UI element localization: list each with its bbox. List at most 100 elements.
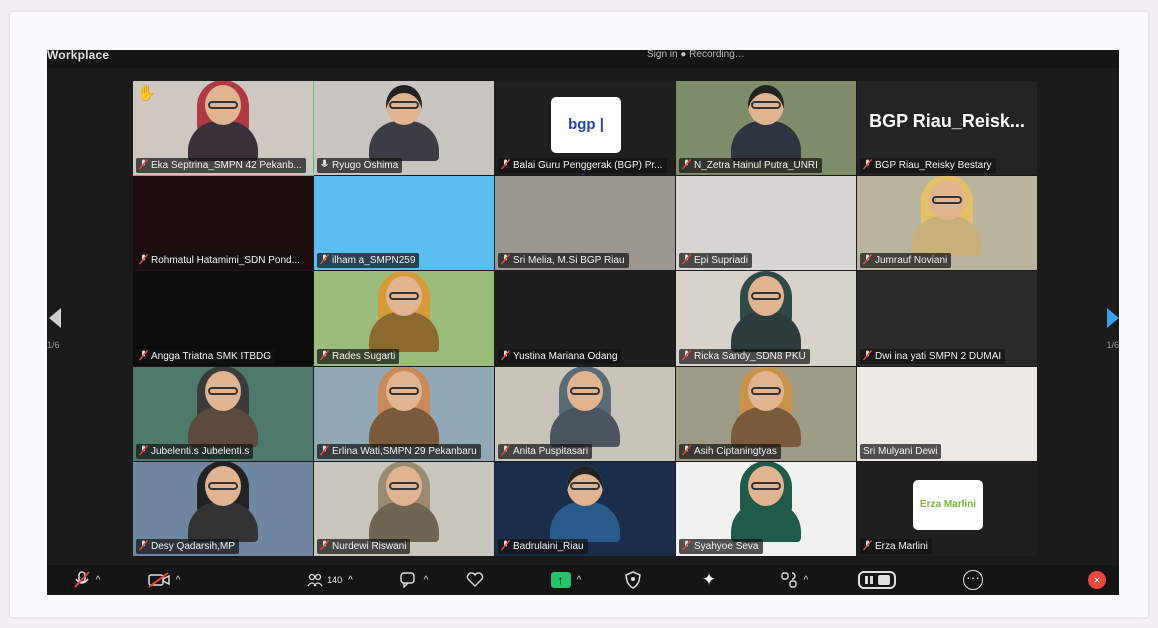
mic-icon — [320, 159, 329, 170]
participant-avatar — [550, 464, 620, 542]
prev-page-arrow[interactable] — [49, 308, 61, 328]
participant-avatar — [188, 81, 258, 162]
participant-avatar — [731, 271, 801, 352]
participant-tile[interactable]: Desy Qadarsih,MP — [133, 461, 314, 557]
participant-name-label: Erlina Wati,SMPN 29 Pekanbaru — [317, 443, 481, 459]
chat-icon — [399, 572, 415, 588]
participant-name: Desy Qadarsih,MP — [151, 540, 235, 552]
mic-muted-icon — [862, 349, 873, 361]
mic-muted-icon — [681, 254, 692, 265]
participant-name: Anita Puspitasari — [513, 445, 589, 457]
chevron-up-icon[interactable]: ^ — [804, 575, 809, 586]
reactions-button[interactable] — [463, 569, 487, 591]
participant-tile[interactable]: Sri Melia, M.Si BGP Riau — [495, 176, 676, 272]
participant-name: Sri Melia, M.Si BGP Riau — [513, 255, 625, 267]
window-title: Workplace — [47, 50, 110, 62]
participant-tile[interactable]: Erlina Wati,SMPN 29 Pekanbaru — [314, 366, 495, 462]
participant-name-label: Badrulaini_Riau — [498, 538, 588, 554]
chevron-up-icon[interactable]: ^ — [577, 575, 582, 586]
share-icon: ↑ — [550, 572, 571, 588]
mic-muted-icon — [138, 254, 149, 265]
mic-muted-icon — [73, 571, 90, 588]
participant-name: Balai Guru Penggerak (BGP) Pr... — [513, 160, 663, 172]
participant-tile[interactable]: Erza Marlini Erza Marlini — [857, 461, 1038, 557]
participant-name: Jubelenti.s Jubelenti.s — [151, 445, 250, 457]
mic-muted-icon — [681, 349, 692, 361]
participant-name-label: Nurdewi Riswani — [317, 538, 411, 554]
participant-tile[interactable]: Rades Sugarti — [314, 271, 495, 367]
participant-name-label: Syahyoe Seva — [679, 538, 763, 554]
mic-muted-icon — [862, 254, 873, 265]
chevron-up-icon[interactable]: ^ — [348, 575, 353, 586]
participant-avatar — [369, 271, 439, 352]
participant-name-label: Yustina Mariana Odang — [498, 348, 622, 364]
participant-name: Dwi ina yati SMPN 2 DUMAI — [875, 350, 1002, 362]
participant-tile[interactable]: Yustina Mariana Odang — [495, 271, 676, 367]
participant-name-label: Anita Puspitasari — [498, 443, 593, 459]
participant-tile[interactable]: bgp | RiauBalai Guru Penggerak (BGP) Pr.… — [495, 81, 676, 177]
participant-tile[interactable]: Anita Puspitasari — [495, 366, 676, 462]
mute-button[interactable]: ^ — [65, 569, 109, 591]
participant-name-label: Rades Sugarti — [317, 348, 400, 364]
participant-tile[interactable]: Sri Mulyani Dewi — [857, 366, 1038, 462]
video-button[interactable]: ^ — [141, 569, 187, 591]
participant-name: BGP Riau_Reisky Bestary — [875, 160, 992, 172]
more-button[interactable]: ··· — [961, 569, 985, 591]
participant-tile[interactable]: ilham a_SMPN259 — [314, 176, 495, 272]
share-screen-button[interactable]: ↑ ^ — [541, 569, 591, 591]
chevron-up-icon[interactable]: ^ — [176, 575, 181, 586]
security-button[interactable] — [621, 569, 645, 591]
participant-avatar — [188, 461, 258, 542]
participant-tile[interactable]: Rohmatul Hatamimi_SDN Pond... — [133, 176, 314, 272]
mic-muted-icon — [500, 539, 511, 551]
participant-name-label: Angga Triatna SMK ITBDG — [136, 348, 276, 364]
participant-avatar — [912, 176, 982, 257]
participant-name-label: Epi Supriadi — [679, 253, 752, 269]
meeting-window: Workplace Sign in ● Recording… 1/6 1/6 E… — [47, 50, 1119, 595]
mic-muted-icon — [138, 539, 149, 551]
participant-name-label: N_Zetra Hainul Putra_UNRI — [679, 158, 822, 174]
participant-avatar — [369, 461, 439, 542]
end-meeting-button[interactable]: × — [1085, 569, 1109, 591]
participant-avatar — [550, 366, 620, 447]
participant-tile[interactable]: Badrulaini_Riau — [495, 461, 676, 557]
participant-tile[interactable]: Angga Triatna SMK ITBDG — [133, 271, 314, 367]
chevron-up-icon[interactable]: ^ — [424, 575, 429, 586]
participant-tile[interactable]: Nurdewi Riswani — [314, 461, 495, 557]
participants-button[interactable]: 140 ^ — [297, 569, 363, 591]
participant-avatar — [369, 83, 439, 162]
mic-muted-icon — [500, 159, 511, 170]
participant-tile[interactable]: Syahyoe Seva — [676, 461, 857, 557]
participant-name: Nurdewi Riswani — [332, 540, 407, 552]
participant-tile[interactable]: Jumrauf Noviani — [857, 176, 1038, 272]
participant-tile[interactable]: BGP Riau_Reisk... BGP Riau_Reisky Bestary — [857, 81, 1038, 177]
mic-muted-icon — [138, 444, 149, 456]
participant-name-label: Sri Melia, M.Si BGP Riau — [498, 253, 629, 269]
mic-muted-icon — [500, 444, 511, 456]
participant-name-label: Ryugo Oshima — [317, 158, 403, 174]
participant-tile[interactable]: Ryugo Oshima — [314, 81, 495, 177]
left-page-indicator: 1/6 — [47, 340, 60, 350]
next-page-arrow[interactable] — [1107, 308, 1119, 328]
participant-tile[interactable]: Jubelenti.s Jubelenti.s — [133, 366, 314, 462]
participant-name: N_Zetra Hainul Putra_UNRI — [694, 160, 818, 172]
participant-name: Yustina Mariana Odang — [513, 350, 618, 362]
participant-tile[interactable]: Ricka Sandy_SDN8 PKU — [676, 271, 857, 367]
apps-button[interactable]: ^ — [771, 569, 817, 591]
mic-muted-icon — [862, 159, 873, 170]
mic-muted-icon — [862, 539, 873, 551]
participant-tile[interactable]: Asih Ciptaningtyas — [676, 366, 857, 462]
chat-button[interactable]: ^ — [391, 569, 437, 591]
right-page-indicator: 1/6 — [1106, 340, 1119, 350]
participant-name-label: Rohmatul Hatamimi_SDN Pond... — [136, 253, 304, 269]
chevron-up-icon[interactable]: ^ — [96, 575, 101, 586]
participant-tile[interactable]: Eka Septrina_SMPN 42 Pekanb... ✋ — [133, 81, 314, 177]
participant-name-label: Balai Guru Penggerak (BGP) Pr... — [498, 158, 667, 174]
ai-companion-button[interactable]: ✦ — [697, 569, 721, 591]
record-button[interactable] — [855, 569, 899, 591]
participant-tile[interactable]: N_Zetra Hainul Putra_UNRI — [676, 81, 857, 177]
participant-tile[interactable]: Dwi ina yati SMPN 2 DUMAI — [857, 271, 1038, 367]
participant-name: Syahyoe Seva — [694, 540, 759, 552]
participant-name-label: Sri Mulyani Dewi — [860, 443, 942, 459]
participant-tile[interactable]: Epi Supriadi — [676, 176, 857, 272]
